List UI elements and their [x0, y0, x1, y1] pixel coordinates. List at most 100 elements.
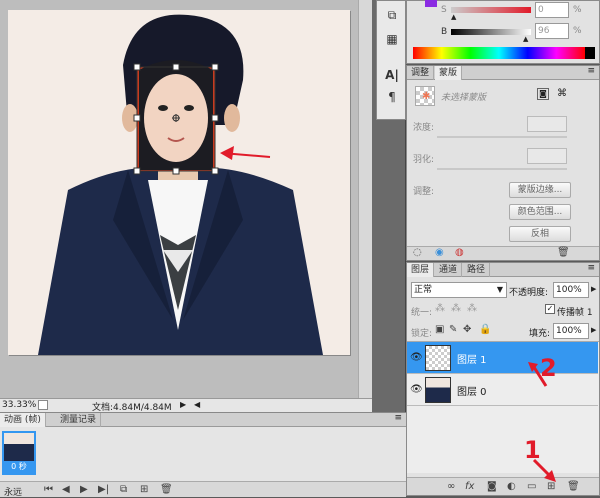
animation-frame-1[interactable]: 0 秒 — [2, 431, 36, 475]
first-frame-icon[interactable]: ⏮ — [44, 484, 53, 495]
tab-layers[interactable]: 图层 — [407, 263, 435, 277]
status-menu-icon[interactable] — [38, 400, 48, 410]
layer-thumbnail — [425, 345, 451, 371]
s-slider[interactable] — [451, 7, 531, 13]
feather-slider[interactable] — [437, 168, 567, 170]
lock-position-icon[interactable]: ✥ — [463, 324, 471, 335]
tab-animation[interactable]: 动画 (帧) — [0, 413, 46, 427]
layer-name[interactable]: 图层 1 — [457, 351, 487, 366]
color-spectrum-bar[interactable] — [413, 47, 585, 59]
mask-edge-button[interactable]: 蒙版边缘... — [509, 182, 571, 198]
character-icon[interactable]: A| — [381, 65, 403, 85]
masks-panel-footer: ◌ ◉ ◍ 🗑 — [407, 246, 599, 260]
delete-frame-icon[interactable]: 🗑 — [160, 484, 173, 495]
b-pct: % — [573, 26, 582, 36]
vertical-scrollbar[interactable] — [358, 0, 372, 398]
lock-transparent-icon[interactable]: ▣ — [435, 324, 444, 335]
animation-panel: 动画 (帧) 测量记录 ≡ 0 秒 永远 ⏮ ◀ ▶ ▶| ⧉ ⊞ 🗑 — [0, 412, 406, 498]
swatches-icon[interactable]: ⧉ — [381, 5, 403, 25]
tab-measurement[interactable]: 测量记录 — [56, 413, 102, 427]
invert-button[interactable]: 反相 — [509, 226, 571, 242]
disable-mask-icon[interactable]: ◍ — [455, 247, 464, 258]
status-arrow-icon[interactable]: ▶ — [180, 400, 186, 409]
color-range-button[interactable]: 颜色范围... — [509, 204, 571, 220]
unify-visibility-icon[interactable]: ⁂ — [451, 303, 461, 314]
lock-label: 锁定: — [411, 329, 433, 339]
foreground-swatch[interactable] — [425, 0, 437, 7]
propagate-checkbox[interactable]: ✓ — [545, 304, 555, 314]
adjustment-layer-icon[interactable]: ◐ — [507, 481, 516, 492]
opacity-arrow-icon[interactable]: ▶ — [591, 285, 596, 293]
fill-field[interactable]: 100% — [553, 323, 589, 339]
layers-footer: ∞ fx ◙ ◐ ▭ ⊞ 🗑 — [407, 477, 599, 495]
feather-label: 羽化: — [413, 155, 435, 165]
lock-pixels-icon[interactable]: ✎ — [449, 324, 457, 335]
panel-menu-icon[interactable]: ≡ — [587, 66, 595, 76]
visibility-eye-icon[interactable]: 👁 — [410, 352, 423, 364]
fill-arrow-icon[interactable]: ▶ — [591, 326, 596, 334]
frame-thumbnail — [4, 433, 34, 461]
tween-icon[interactable]: ⧉ — [120, 484, 127, 495]
status-bar: 33.33% 文档:4.84M/4.84M ▶ ◀ — [0, 398, 372, 413]
opacity-field[interactable]: 100% — [553, 282, 589, 298]
tab-adjustments[interactable]: 调整 — [407, 66, 435, 80]
prev-frame-icon[interactable]: ◀ — [62, 484, 70, 495]
document-workspace — [0, 0, 372, 398]
styles-icon[interactable]: ▦ — [381, 29, 403, 49]
masks-panel-tabbar: 调整 蒙版 ≡ — [407, 66, 599, 80]
s-slider-handle-icon[interactable]: ▲ — [451, 13, 456, 21]
animation-tabbar: 动画 (帧) 测量记录 ≡ — [0, 413, 406, 427]
b-slider-handle-icon[interactable]: ▲ — [523, 35, 528, 43]
feather-field[interactable] — [527, 148, 567, 164]
link-layers-icon[interactable]: ∞ — [447, 481, 455, 492]
mask-sparkle-icon: ✱ — [422, 91, 431, 102]
collapsed-panel-icons: ⧉ ▦ A| ¶ — [376, 0, 406, 120]
vector-mask-icon[interactable]: ⌘ — [557, 88, 567, 99]
visibility-eye-icon[interactable]: 👁 — [410, 384, 423, 396]
annotation-arrow-2 — [528, 362, 548, 387]
tab-masks[interactable]: 蒙版 — [435, 66, 463, 80]
no-mask-label: 未选择蒙版 — [441, 93, 487, 103]
add-mask-icon[interactable]: ◙ — [487, 481, 497, 492]
zoom-level[interactable]: 33.33% — [2, 400, 36, 410]
unify-style-icon[interactable]: ⁂ — [467, 303, 477, 314]
density-field[interactable] — [527, 116, 567, 132]
delete-layer-icon[interactable]: 🗑 — [567, 481, 580, 492]
layers-panel: 图层 通道 路径 ≡ 正常 ▼ 不透明度: 100% ▶ 统一: ⁂ ⁂ ⁂ ✓… — [406, 262, 600, 496]
layer-thumbnail — [425, 377, 451, 403]
loop-select[interactable]: 永远 — [4, 485, 22, 498]
paragraph-icon[interactable]: ¶ — [381, 87, 403, 107]
unify-position-icon[interactable]: ⁂ — [435, 303, 445, 314]
black-swatch[interactable] — [585, 47, 595, 59]
layers-menu-icon[interactable]: ≡ — [587, 263, 595, 273]
layer-name[interactable]: 图层 0 — [457, 383, 487, 398]
unify-label: 统一: — [411, 308, 433, 318]
tab-paths[interactable]: 路径 — [463, 263, 491, 277]
document-canvas[interactable] — [8, 10, 350, 355]
b-value-field[interactable]: 96 — [535, 23, 569, 39]
next-frame-icon[interactable]: ▶| — [98, 484, 109, 495]
layer-row-0[interactable]: 👁 图层 0 — [407, 374, 598, 406]
fx-icon[interactable]: fx — [465, 481, 474, 492]
s-pct: % — [573, 5, 582, 15]
animation-menu-icon[interactable]: ≡ — [394, 413, 402, 423]
s-value-field[interactable]: 0 — [535, 2, 569, 18]
scroll-left-icon[interactable]: ◀ — [194, 400, 200, 409]
annotation-arrow-1 — [532, 458, 556, 482]
b-slider-label: B — [441, 27, 448, 37]
load-selection-icon[interactable]: ◌ — [413, 247, 422, 258]
b-slider[interactable] — [451, 29, 531, 35]
lock-all-icon[interactable]: 🔒 — [479, 324, 491, 335]
density-slider[interactable] — [437, 136, 567, 138]
blend-mode-select[interactable]: 正常 ▼ — [411, 282, 507, 298]
blend-mode-value: 正常 — [414, 285, 433, 295]
new-frame-icon[interactable]: ⊞ — [140, 484, 148, 495]
play-icon[interactable]: ▶ — [80, 484, 88, 495]
pixel-mask-icon[interactable]: ◙ — [537, 88, 549, 100]
apply-mask-icon[interactable]: ◉ — [435, 247, 444, 258]
delete-mask-icon[interactable]: 🗑 — [557, 247, 570, 258]
layer-row-1[interactable]: 👁 图层 1 — [407, 342, 598, 374]
tab-channels[interactable]: 通道 — [435, 263, 463, 277]
animation-footer: 永远 ⏮ ◀ ▶ ▶| ⧉ ⊞ 🗑 — [0, 481, 406, 498]
frame-delay[interactable]: 0 秒 — [4, 461, 34, 473]
